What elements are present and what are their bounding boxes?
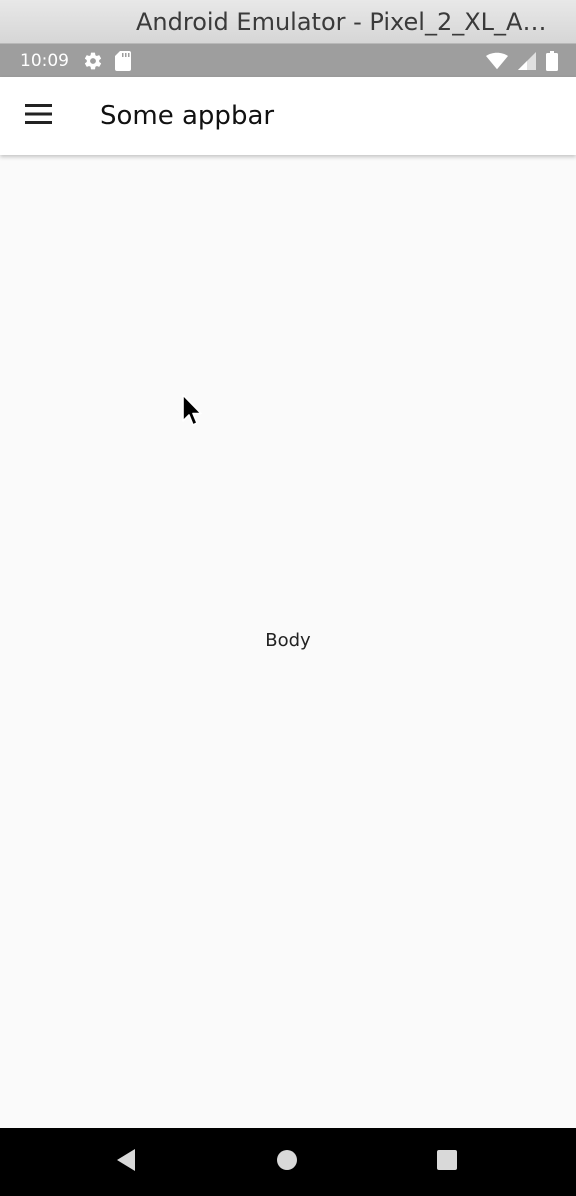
home-icon [276, 1149, 298, 1176]
recents-button[interactable] [407, 1128, 487, 1196]
body-area: Body [0, 155, 576, 1128]
window-title: Android Emulator - Pixel_2_XL_AP... [136, 7, 556, 36]
wifi-icon [486, 52, 508, 70]
emulator-window: Android Emulator - Pixel_2_XL_AP... 10:0… [0, 0, 576, 1196]
status-system-icons [486, 50, 558, 71]
status-time: 10:09 [20, 50, 69, 71]
body-text: Body [265, 630, 311, 651]
sd-card-icon [115, 50, 131, 71]
back-button[interactable] [86, 1128, 166, 1196]
window-title-bar[interactable]: Android Emulator - Pixel_2_XL_AP... [0, 0, 576, 44]
menu-icon [25, 103, 53, 129]
settings-icon [83, 51, 103, 71]
mouse-pointer-icon [182, 394, 204, 435]
status-notification-icons [83, 50, 131, 71]
menu-button[interactable] [0, 77, 78, 155]
app-bar: Some appbar [0, 77, 576, 155]
cell-signal-icon [518, 51, 536, 70]
app-bar-title: Some appbar [100, 101, 275, 131]
home-button[interactable] [247, 1128, 327, 1196]
battery-icon [546, 50, 558, 71]
status-bar: 10:09 [0, 44, 576, 77]
recents-icon [436, 1149, 458, 1176]
back-icon [115, 1148, 137, 1177]
navigation-bar [0, 1128, 576, 1196]
